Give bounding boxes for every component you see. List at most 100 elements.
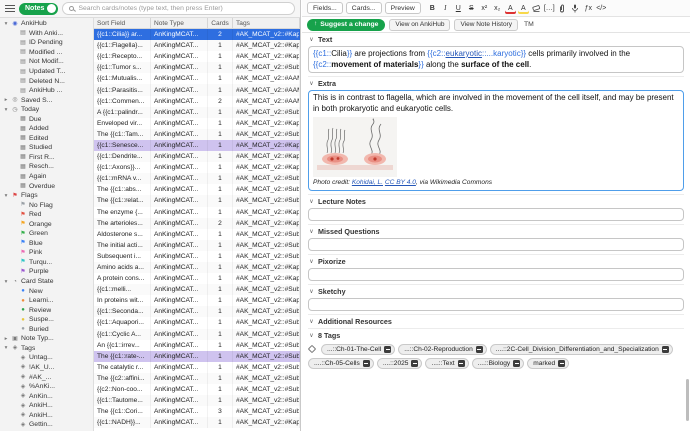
sidebar-item-ak[interactable]: ◈#AK_... — [0, 372, 93, 382]
sidebar-item-review[interactable]: ●Review — [0, 305, 93, 315]
sidebar-item-ak-u[interactable]: ◈!AK_U... — [0, 363, 93, 373]
collapse-field-icon[interactable] — [308, 80, 315, 87]
collapse-field-icon[interactable] — [308, 198, 315, 205]
cards-button[interactable]: Cards... — [346, 2, 382, 14]
table-row[interactable]: {{c1::Axons}}...AnKingMCAT...1#AK_MCAT_v… — [94, 162, 300, 173]
table-row[interactable]: A {{c1::palindr...AnKingMCAT...1#AK_MCAT… — [94, 107, 300, 118]
superscript-icon[interactable]: x² — [479, 2, 490, 14]
table-row[interactable]: {{c1::Cyclic A...AnKingMCAT...1#AK_MCAT_… — [94, 329, 300, 340]
html-editor-icon[interactable]: </> — [596, 2, 607, 14]
strikethrough-icon[interactable]: S — [466, 2, 477, 14]
attachment-icon[interactable] — [557, 2, 568, 14]
sidebar-item-modified[interactable]: ▤Modified ... — [0, 48, 93, 58]
sidebar-item-untag[interactable]: ◈Untag... — [0, 353, 93, 363]
table-row[interactable]: The enzyme {...AnKingMCAT...1#AK_MCAT_v2… — [94, 207, 300, 218]
expander-icon[interactable]: ▾ — [3, 21, 9, 27]
notes-cards-toggle[interactable]: Notes — [19, 3, 58, 15]
expander-icon[interactable]: ▸ — [3, 336, 9, 342]
sidebar-item-with-anki[interactable]: ▤With Anki... — [0, 29, 93, 39]
table-row[interactable]: {{c1::Mutualis...AnKingMCAT...1#AK_MCAT_… — [94, 73, 300, 84]
table-row[interactable]: {{c1::melli...AnKingMCAT...1#AK_MCAT_v2:… — [94, 284, 300, 295]
sidebar-item-learni[interactable]: ●Learni... — [0, 296, 93, 306]
column-header-note-type[interactable]: Note Type — [151, 18, 208, 28]
sidebar-item-orange[interactable]: ⚑Orange — [0, 219, 93, 229]
view-on-ankihub-button[interactable]: View on AnkiHub — [389, 19, 450, 31]
record-audio-icon[interactable] — [570, 2, 581, 14]
table-row[interactable]: Subsequent i...AnKingMCAT...1#AK_MCAT_v2… — [94, 251, 300, 262]
sidebar-item-id-pending[interactable]: ▤ID Pending — [0, 38, 93, 48]
field-input-pixorize[interactable] — [308, 268, 684, 281]
collapse-field-icon[interactable] — [308, 36, 315, 43]
sidebar-item-ankihub[interactable]: ▾◉AnkiHub — [0, 19, 93, 29]
sidebar-item-gettin[interactable]: ◈Gettin... — [0, 420, 93, 430]
menu-icon[interactable] — [5, 5, 15, 12]
view-note-history-button[interactable]: View Note History — [454, 19, 518, 31]
table-row[interactable]: {{c1::NADH}}...AnKingMCAT...1#AK_MCAT_v2… — [94, 417, 300, 428]
table-row[interactable]: Enveloped vir...AnKingMCAT...1#AK_MCAT_v… — [94, 118, 300, 129]
remove-tag-icon[interactable] — [411, 360, 418, 367]
tag-pill[interactable]: ....::2C-Cell_Division_Differentiation_a… — [490, 344, 673, 355]
column-header-sort-field[interactable]: Sort Field — [94, 18, 151, 28]
sidebar-item-buried[interactable]: ●Buried — [0, 325, 93, 335]
sidebar-item-edited[interactable]: ▦Edited — [0, 134, 93, 144]
tag-pill[interactable]: ....::Text — [425, 358, 468, 369]
editor-scrollbar[interactable] — [686, 379, 689, 421]
table-row[interactable]: {{c1::Parasitis...AnKingMCAT...1#AK_MCAT… — [94, 84, 300, 95]
collapse-field-icon[interactable] — [308, 288, 315, 295]
field-input-extra[interactable]: This is in contrast to flagella, which a… — [308, 90, 684, 191]
remove-tag-icon[interactable] — [458, 360, 465, 367]
table-row[interactable]: {{c1::Flagella}...AnKingMCAT...1#AK_MCAT… — [94, 40, 300, 51]
column-header-tags[interactable]: Tags — [233, 18, 300, 28]
remove-tag-icon[interactable] — [558, 360, 565, 367]
table-row[interactable]: The {{c1::rate-...AnKingMCAT...1#AK_MCAT… — [94, 351, 300, 362]
table-row[interactable]: A protein cons...AnKingMCAT...1#AK_MCAT_… — [94, 273, 300, 284]
tag-pill[interactable]: marked — [527, 358, 569, 369]
table-row[interactable]: The {{c2::affini...AnKingMCAT...1#AK_MCA… — [94, 373, 300, 384]
sidebar-item-purple[interactable]: ⚑Purple — [0, 267, 93, 277]
sidebar-item-ankin[interactable]: ◈AnKin... — [0, 391, 93, 401]
tag-pill[interactable]: ....::Biology — [472, 358, 525, 369]
field-input-missed-questions[interactable] — [308, 238, 684, 251]
sidebar-item-ankihub[interactable]: ▤AnkiHub ... — [0, 86, 93, 96]
expander-icon[interactable]: ▾ — [3, 107, 9, 113]
remove-tag-icon[interactable] — [384, 346, 391, 353]
sidebar-item-card-state[interactable]: ▾◔Card State — [0, 277, 93, 287]
table-row[interactable]: The {{c1::Tam...AnKingMCAT...1#AK_MCAT_v… — [94, 129, 300, 140]
remove-tag-icon[interactable] — [476, 346, 483, 353]
tag-pill[interactable]: ....::Ch-05-Cells — [308, 358, 374, 369]
table-row[interactable]: {{c1::Senesce...AnKingMCAT...1#AK_MCAT_v… — [94, 140, 300, 151]
table-row[interactable]: {{c1::Aquapori...AnKingMCAT...1#AK_MCAT_… — [94, 317, 300, 328]
fields-button[interactable]: Fields... — [307, 2, 343, 14]
field-input-lecture-notes[interactable] — [308, 208, 684, 221]
table-row[interactable]: {{c1::Tumor s...AnKingMCAT...1#AK_MCAT_v… — [94, 62, 300, 73]
sidebar-item-blue[interactable]: ⚑Blue — [0, 239, 93, 249]
italic-icon[interactable]: I — [440, 2, 451, 14]
sidebar-item-again[interactable]: ▦Again — [0, 172, 93, 182]
sidebar-item-overdue[interactable]: ▦Overdue — [0, 181, 93, 191]
expander-icon[interactable]: ▾ — [3, 279, 9, 285]
table-row[interactable]: {{c1::Recepto...AnKingMCAT...1#AK_MCAT_v… — [94, 51, 300, 62]
table-row[interactable]: Aldosterone s...AnKingMCAT...1#AK_MCAT_v… — [94, 229, 300, 240]
expander-icon[interactable]: ▾ — [3, 193, 9, 199]
tag-pill[interactable]: ....::2025 — [377, 358, 423, 369]
field-input-text[interactable]: {{c1::Cilia}} are projections from {{c2:… — [308, 46, 684, 73]
table-row[interactable]: {{c1::Commen...AnKingMCAT...2#AK_MCAT_v2… — [94, 96, 300, 107]
subscript-icon[interactable]: x₂ — [492, 2, 503, 14]
remove-tag-icon[interactable] — [662, 346, 669, 353]
table-row[interactable]: {{c1::Dendrite...AnKingMCAT...1#AK_MCAT_… — [94, 151, 300, 162]
sidebar-item-flags[interactable]: ▾⚑Flags — [0, 191, 93, 201]
table-row[interactable]: {{c1::Cilia}} ar...AnKingMCAT...2#AK_MCA… — [94, 29, 300, 40]
sidebar-item-due[interactable]: ▦Due — [0, 114, 93, 124]
remove-tag-icon[interactable] — [513, 360, 520, 367]
tag-pill[interactable]: ...::Ch-02-Reproduction — [398, 344, 487, 355]
collapse-field-icon[interactable] — [308, 318, 315, 325]
sidebar-item-ankih[interactable]: ◈AnkiH... — [0, 401, 93, 411]
text-color-icon[interactable]: A — [505, 2, 516, 14]
sidebar-item-tags[interactable]: ▾◈Tags — [0, 344, 93, 354]
preview-button[interactable]: Preview — [385, 2, 421, 14]
table-row[interactable]: Amino acids a...AnKingMCAT...1#AK_MCAT_v… — [94, 262, 300, 273]
table-row[interactable]: An {{c1::irrev...AnKingMCAT...1#AK_MCAT_… — [94, 340, 300, 351]
table-row[interactable]: In proteins wit...AnKingMCAT...1#AK_MCAT… — [94, 295, 300, 306]
table-row[interactable]: {{c1::Tautome...AnKingMCAT...1#AK_MCAT_v… — [94, 395, 300, 406]
column-header-cards[interactable]: Cards — [208, 18, 233, 28]
